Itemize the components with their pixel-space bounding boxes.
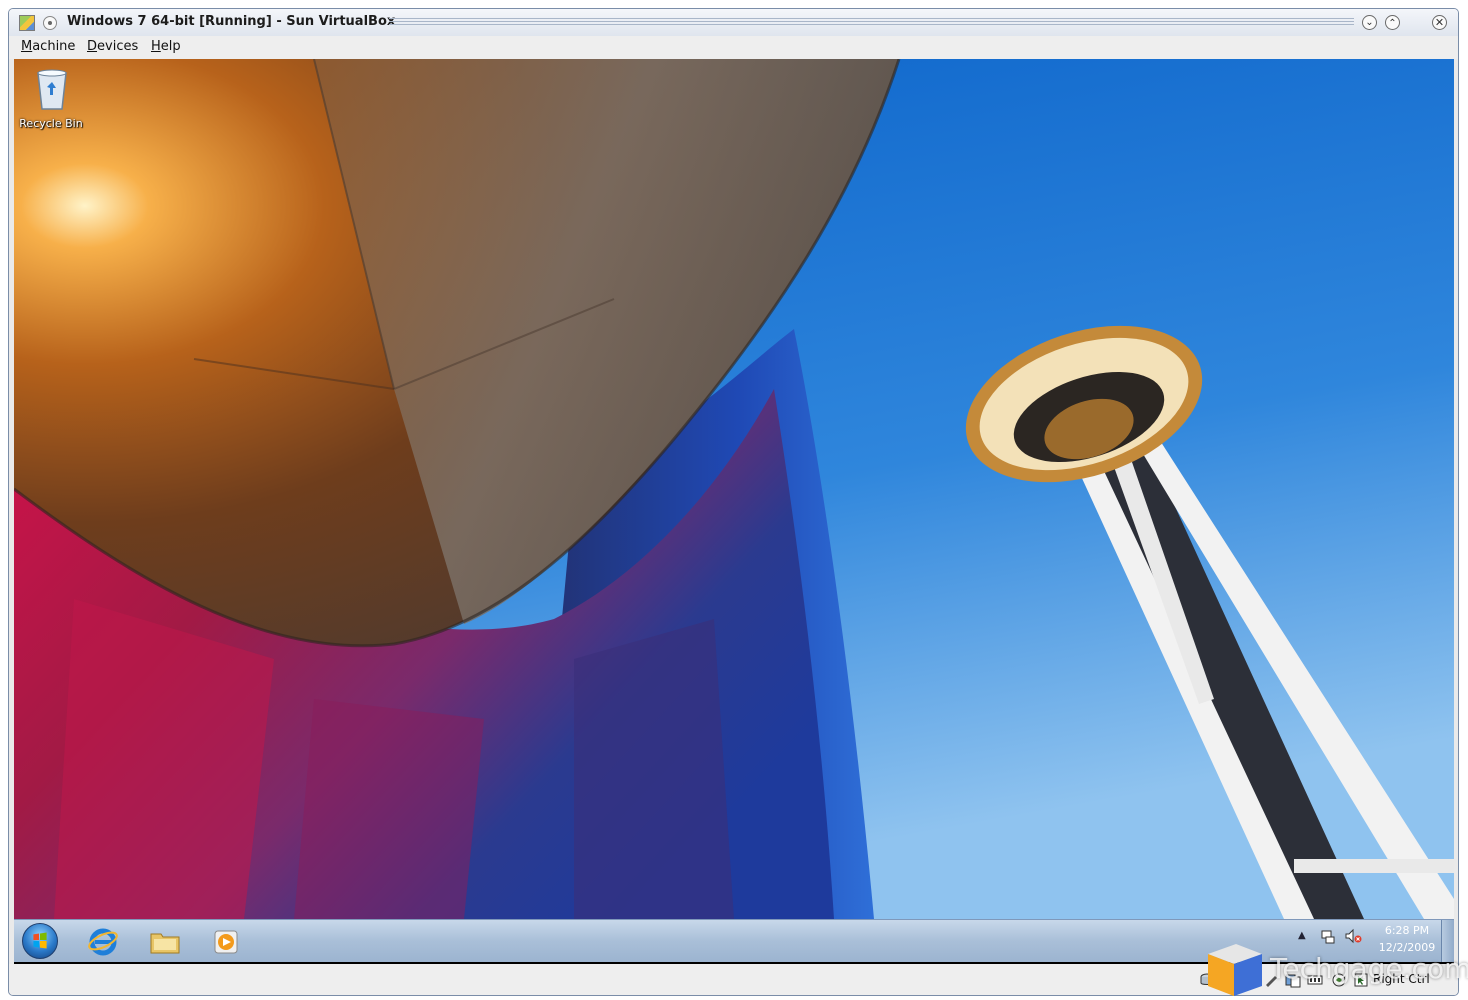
recycle-bin-icon bbox=[37, 69, 67, 110]
menu-help[interactable]: Help bbox=[151, 39, 181, 54]
taskbar-media-player[interactable] bbox=[209, 924, 243, 958]
title-bar-decoration bbox=[389, 18, 1354, 27]
sticky-dot-icon[interactable] bbox=[43, 16, 57, 30]
virtualbox-window: Windows 7 64-bit [Running] - Sun Virtual… bbox=[8, 8, 1459, 996]
close-button[interactable]: ✕ bbox=[1432, 15, 1447, 30]
volume-muted-icon[interactable] bbox=[1344, 928, 1362, 944]
taskbar-windows-explorer[interactable] bbox=[148, 924, 182, 958]
chevron-up-icon: ⌃ bbox=[1388, 18, 1397, 29]
media-player-icon bbox=[214, 930, 238, 954]
desktop-wallpaper bbox=[14, 59, 1454, 919]
watermark-text: Techgage.com bbox=[1270, 952, 1468, 985]
recycle-bin-shortcut[interactable]: Recycle Bin bbox=[18, 67, 84, 137]
window-title: Windows 7 64-bit [Running] - Sun Virtual… bbox=[67, 14, 396, 29]
chevron-down-icon: ⌄ bbox=[1365, 17, 1374, 28]
guest-screen[interactable]: Recycle Bin ▲ 6:28 PM 12/2/2009 bbox=[14, 59, 1454, 969]
close-icon: ✕ bbox=[1434, 16, 1445, 29]
watermark-cube-logo bbox=[1208, 944, 1262, 996]
recycle-bin-label: Recycle Bin bbox=[19, 117, 83, 130]
virtualbox-app-icon[interactable] bbox=[19, 15, 35, 31]
network-icon[interactable] bbox=[1320, 928, 1336, 944]
windows-logo-icon bbox=[33, 932, 47, 949]
taskbar-internet-explorer[interactable] bbox=[86, 924, 120, 958]
clock-time[interactable]: 6:28 PM bbox=[1380, 924, 1434, 937]
menu-devices[interactable]: Devices bbox=[87, 39, 138, 54]
menu-machine[interactable]: Machine bbox=[21, 39, 75, 54]
start-button[interactable] bbox=[22, 923, 58, 959]
menu-bar: Machine Devices Help bbox=[9, 36, 1458, 59]
maximize-button[interactable]: ⌃ bbox=[1385, 15, 1400, 30]
minimize-button[interactable]: ⌄ bbox=[1362, 15, 1377, 30]
windows-explorer-icon bbox=[150, 933, 180, 954]
internet-explorer-icon bbox=[88, 928, 118, 956]
show-hidden-icons-arrow[interactable]: ▲ bbox=[1298, 930, 1306, 941]
title-bar[interactable]: Windows 7 64-bit [Running] - Sun Virtual… bbox=[9, 9, 1458, 37]
